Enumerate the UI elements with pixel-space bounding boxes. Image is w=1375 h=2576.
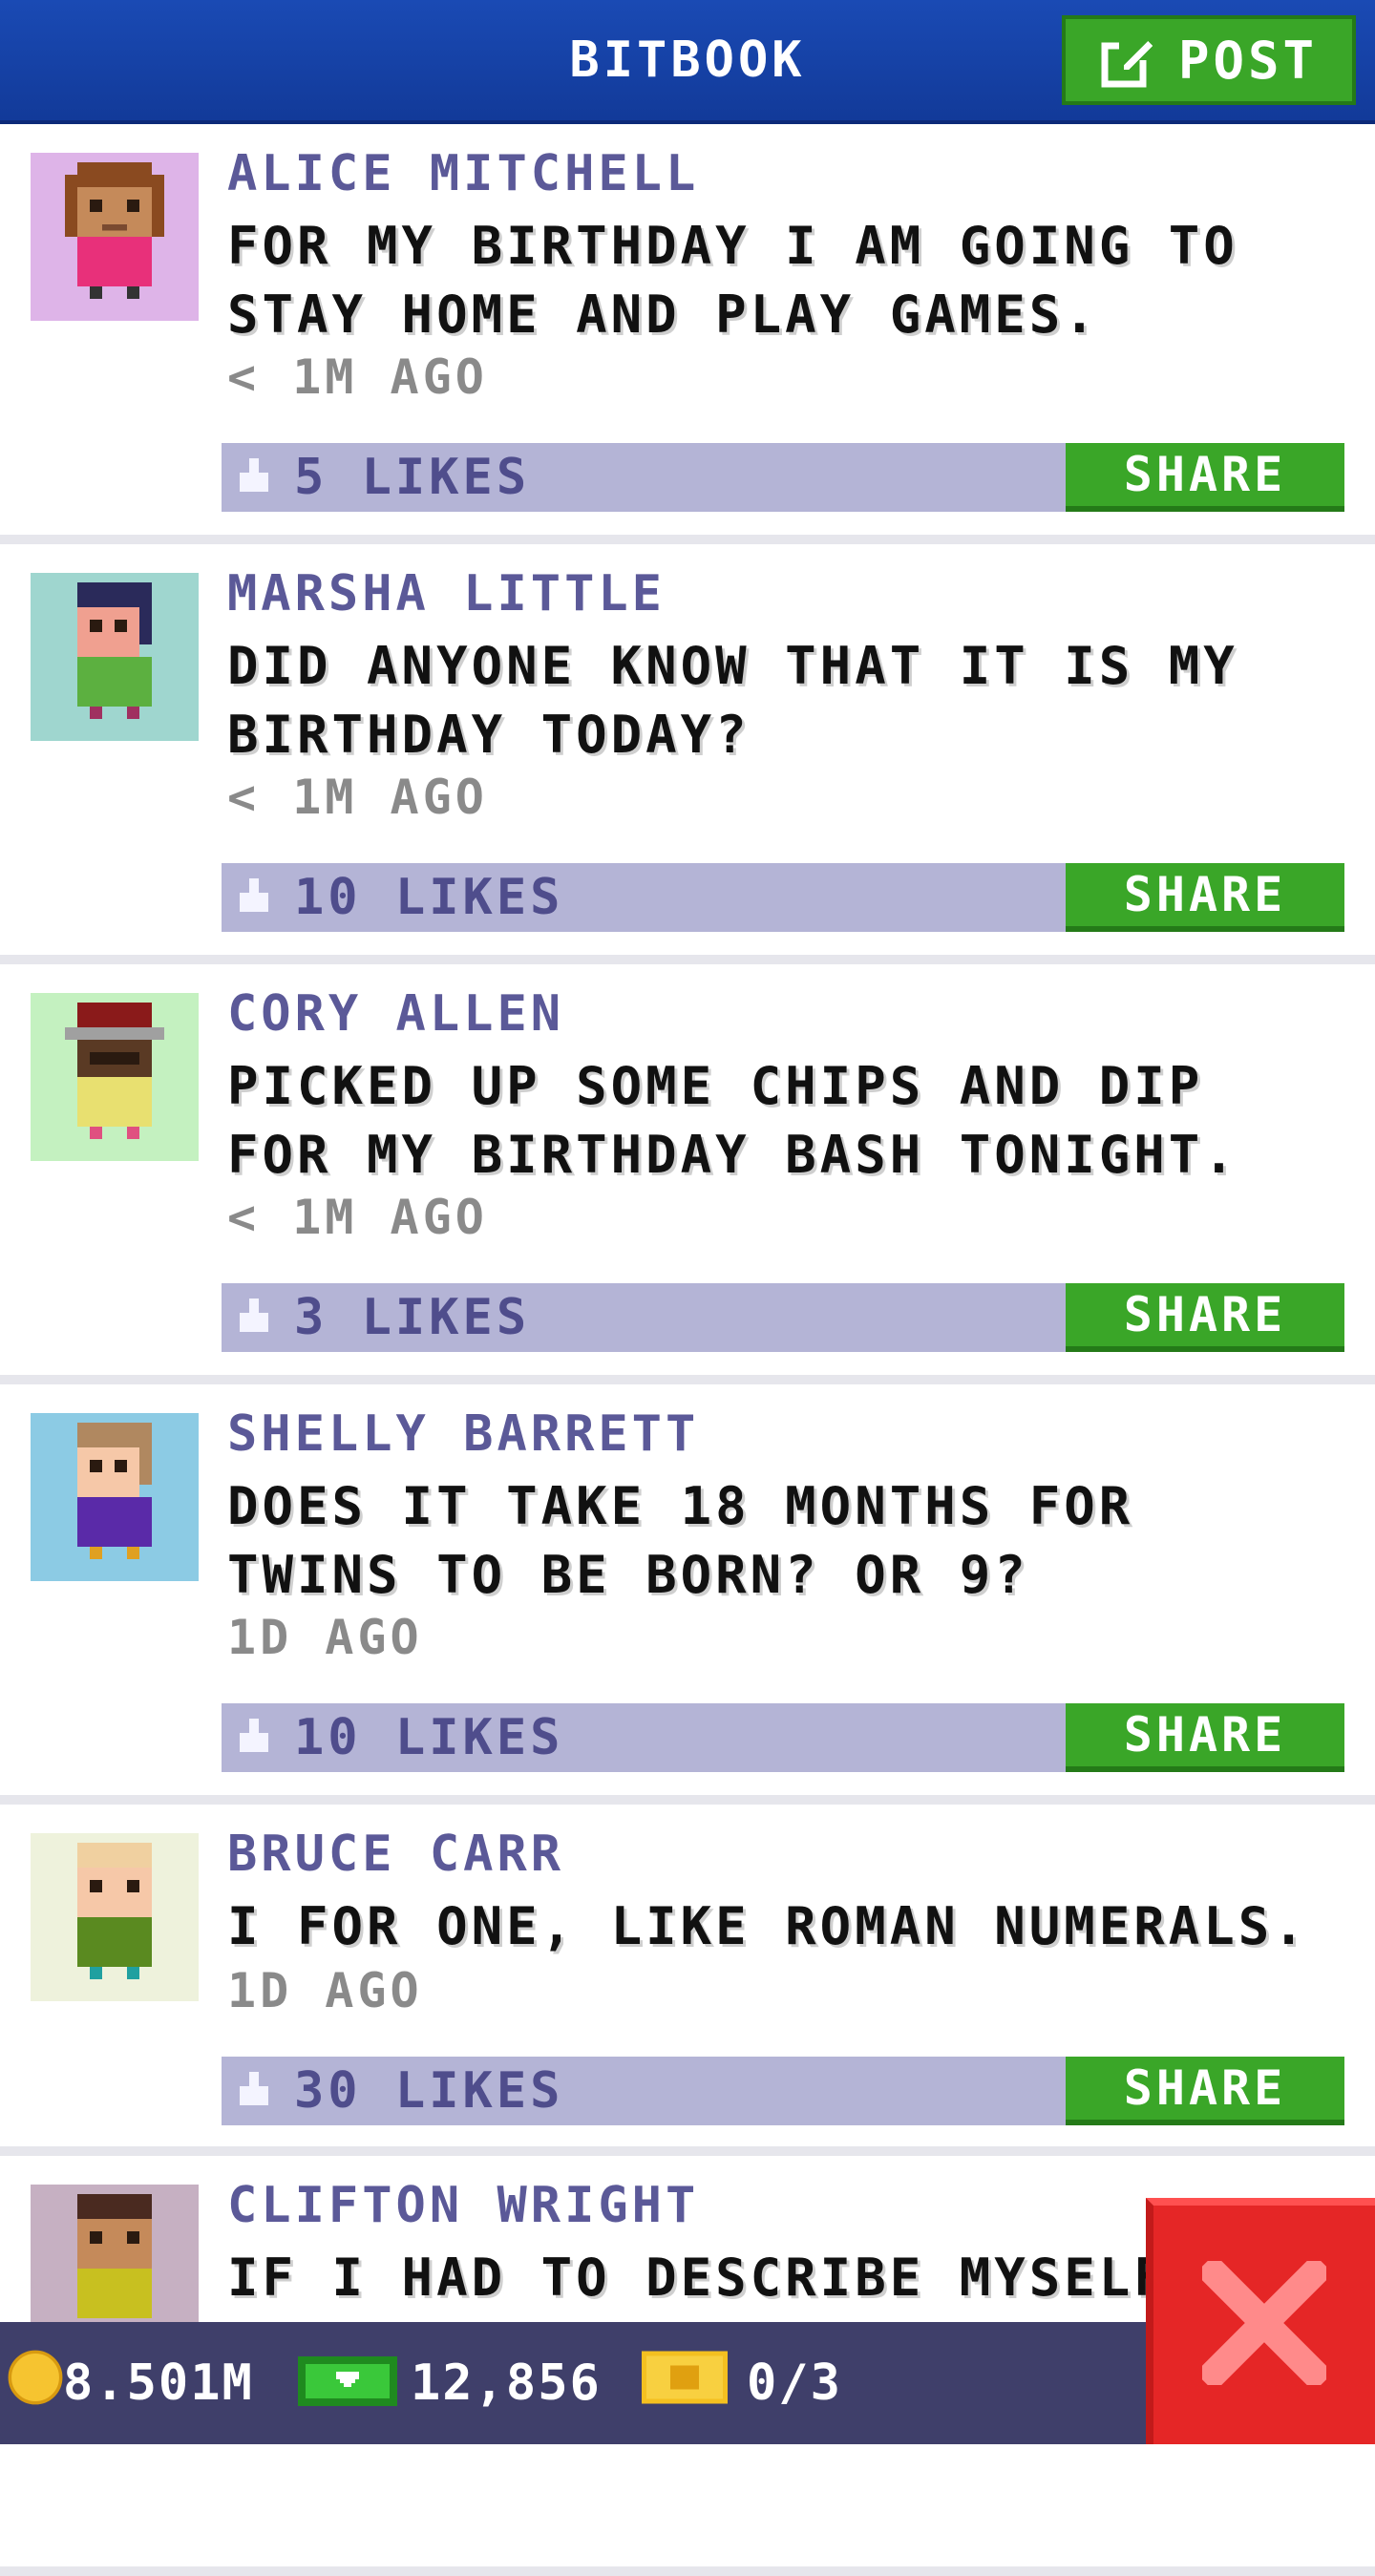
- post-text: PICKED UP SOME CHIPS AND DIP FOR MY BIRT…: [227, 1056, 1238, 1185]
- coins-value: 8.501M: [63, 2354, 254, 2412]
- post-author[interactable]: ALICE MITCHELL: [227, 145, 699, 202]
- feed-post: MARSHA LITTLE DID ANYONE KNOW THAT IT IS…: [0, 544, 1375, 964]
- feed-post: CORY ALLEN PICKED UP SOME CHIPS AND DIP …: [0, 964, 1375, 1384]
- feed-post: BRUCE CARR I FOR ONE, LIKE ROMAN NUMERAL…: [0, 1805, 1375, 2156]
- close-icon: [1195, 2253, 1334, 2393]
- bux-stat: 12,856: [298, 2322, 602, 2444]
- edit-icon: [1100, 32, 1157, 89]
- post-text: FOR MY BIRTHDAY I AM GOING TO STAY HOME …: [227, 216, 1238, 345]
- share-button[interactable]: SHARE: [1066, 443, 1344, 512]
- avatar[interactable]: [31, 153, 199, 321]
- like-count: 30 LIKES: [294, 2062, 564, 2120]
- bux-icon: [298, 2349, 397, 2418]
- bux-value: 12,856: [411, 2354, 602, 2412]
- like-count: 5 LIKES: [294, 449, 531, 506]
- like-bar: 3 LIKES SHARE: [222, 1283, 1344, 1352]
- tickets-value: 0/3: [747, 2354, 842, 2412]
- like-bar: 5 LIKES SHARE: [222, 443, 1344, 512]
- avatar[interactable]: [31, 1833, 199, 2001]
- like-bar: 10 LIKES SHARE: [222, 863, 1344, 932]
- post-author[interactable]: CORY ALLEN: [227, 985, 564, 1043]
- share-button[interactable]: SHARE: [1066, 2057, 1344, 2125]
- post-author[interactable]: MARSHA LITTLE: [227, 565, 666, 623]
- avatar[interactable]: [31, 1413, 199, 1581]
- share-button[interactable]: SHARE: [1066, 863, 1344, 932]
- share-button[interactable]: SHARE: [1066, 1283, 1344, 1352]
- post-time: < 1M AGO: [227, 1190, 488, 1245]
- thumbs-up-icon[interactable]: [235, 1719, 273, 1761]
- post-button[interactable]: POST: [1062, 15, 1356, 105]
- thumbs-up-icon[interactable]: [235, 458, 273, 500]
- like-count: 10 LIKES: [294, 869, 564, 926]
- post-button-label: POST: [1177, 30, 1319, 91]
- post-time: 1D AGO: [227, 1610, 423, 1665]
- like-bar: 10 LIKES SHARE: [222, 1703, 1344, 1772]
- close-button[interactable]: [1146, 2198, 1375, 2444]
- post-text: DID ANYONE KNOW THAT IT IS MY BIRTHDAY T…: [227, 636, 1238, 765]
- like-count: 3 LIKES: [294, 1289, 531, 1346]
- feed-post: SHELLY BARRETT DOES IT TAKE 18 MONTHS FO…: [0, 1384, 1375, 1805]
- post-time: < 1M AGO: [227, 770, 488, 825]
- post-author[interactable]: SHELLY BARRETT: [227, 1405, 699, 1463]
- avatar[interactable]: [31, 573, 199, 741]
- post-author[interactable]: CLIFTON WRIGHT: [227, 2177, 699, 2234]
- thumbs-up-icon[interactable]: [235, 878, 273, 920]
- post-time: 1D AGO: [227, 1963, 423, 2018]
- thumbs-up-icon[interactable]: [235, 1299, 273, 1341]
- like-bar: 30 LIKES SHARE: [222, 2057, 1344, 2125]
- app-header: BITBOOK POST: [0, 0, 1375, 124]
- post-text: I FOR ONE, LIKE ROMAN NUMERALS.: [227, 1896, 1308, 1956]
- thumbs-up-icon[interactable]: [235, 2072, 273, 2114]
- coin-icon: [8, 2350, 63, 2418]
- tickets-stat: 0/3: [642, 2322, 842, 2444]
- share-button[interactable]: SHARE: [1066, 1703, 1344, 1772]
- ticket-icon: [642, 2351, 728, 2417]
- avatar[interactable]: [31, 993, 199, 1161]
- post-text: DOES IT TAKE 18 MONTHS FOR TWINS TO BE B…: [227, 1476, 1134, 1605]
- coins-stat: 8.501M: [8, 2322, 254, 2444]
- post-time: < 1M AGO: [227, 349, 488, 405]
- feed-post: ALICE MITCHELL FOR MY BIRTHDAY I AM GOIN…: [0, 124, 1375, 544]
- like-count: 10 LIKES: [294, 1709, 564, 1766]
- post-author[interactable]: BRUCE CARR: [227, 1826, 564, 1883]
